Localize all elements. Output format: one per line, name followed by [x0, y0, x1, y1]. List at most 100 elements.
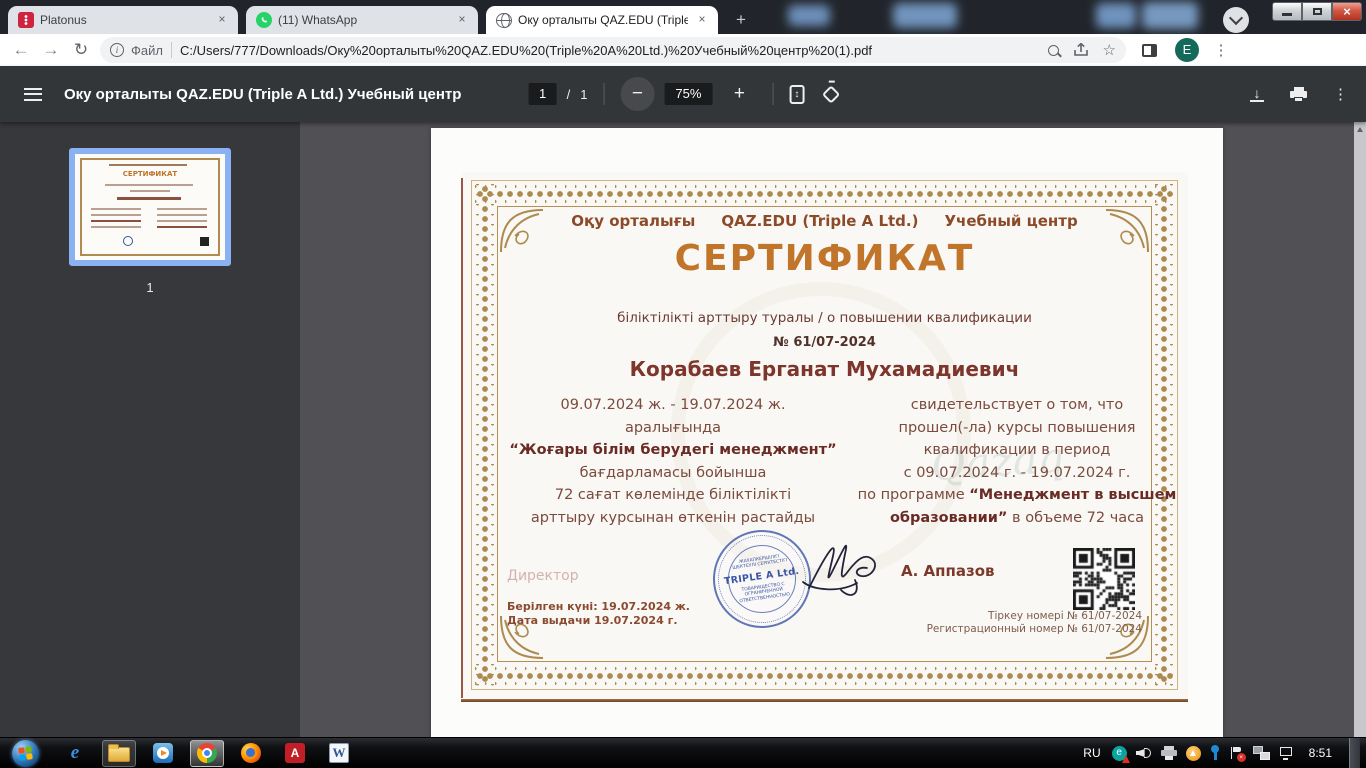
page-total: 1	[580, 87, 587, 102]
taskbar-icon-ie[interactable]: e	[58, 740, 92, 767]
thumbnail-stamp-icon	[123, 236, 133, 246]
key-tray-icon[interactable]	[1210, 745, 1220, 761]
volume-tray-icon[interactable]	[1136, 746, 1152, 760]
certificate-title: СЕРТИФИКАТ	[461, 238, 1188, 279]
thumbnail-qr-icon	[200, 237, 209, 246]
page-info-icon[interactable]: i	[110, 43, 124, 57]
zoom-out-button[interactable]: −	[620, 77, 654, 111]
background-window-artifact	[1142, 2, 1198, 29]
bookmark-star-icon[interactable]: ☆	[1103, 41, 1116, 59]
back-button[interactable]: ←	[6, 40, 36, 60]
taskbar-icon-word[interactable]: W	[322, 740, 356, 767]
tab-platonus[interactable]: Platonus ×	[8, 6, 238, 34]
tab-title: (11) WhatsApp	[278, 13, 448, 27]
whatsapp-favicon-icon	[256, 12, 272, 28]
qr-code	[1073, 548, 1135, 610]
platonus-favicon-icon	[18, 12, 34, 28]
certificate-left-column: 09.07.2024 ж. - 19.07.2024 ж. аралығында…	[495, 394, 851, 529]
antivirus-tray-icon[interactable]: e	[1112, 746, 1127, 761]
left-program-name: “Жоғары білім берудегі менеджмент”	[495, 439, 851, 462]
taskbar-icon-explorer[interactable]	[102, 740, 136, 767]
zoom-in-button[interactable]: +	[722, 77, 756, 111]
chrome-icon	[197, 743, 217, 763]
action-center-flag-icon[interactable]: ×	[1229, 746, 1244, 761]
close-icon: ×	[1343, 4, 1351, 19]
left-line: арттыру курсынан өткенін растайды	[495, 507, 851, 530]
taskbar-icon-chrome[interactable]	[190, 740, 224, 767]
start-button[interactable]	[12, 740, 39, 767]
pdf-page: Qazaq Оқу орталығы QAZ.EDU (Triple A Ltd…	[431, 128, 1223, 737]
certificate-scan: Qazaq Оқу орталығы QAZ.EDU (Triple A Ltd…	[461, 172, 1188, 702]
toolbar-divider	[772, 83, 773, 105]
language-indicator[interactable]: RU	[1083, 746, 1100, 760]
page-separator: /	[567, 87, 571, 102]
globe-favicon-icon	[496, 13, 512, 28]
tab-whatsapp[interactable]: (11) WhatsApp ×	[246, 6, 478, 34]
download-icon[interactable]: ↓	[1250, 87, 1264, 102]
tab-close-icon[interactable]: ×	[214, 12, 230, 28]
scroll-up-icon[interactable]	[1357, 127, 1363, 132]
zoom-page-icon[interactable]	[1048, 45, 1059, 56]
reg-number-ru: Регистрационный номер № 61/07-2024	[927, 623, 1142, 636]
zoom-level-input[interactable]: 75%	[664, 83, 712, 105]
signer-name: А. Аппазов	[901, 562, 995, 580]
forward-button[interactable]: →	[36, 40, 66, 60]
profile-avatar[interactable]: E	[1175, 38, 1199, 62]
network-tray-icon[interactable]	[1279, 747, 1294, 760]
fit-to-page-icon[interactable]: ↕	[789, 85, 804, 104]
right-program-name: образовании”	[890, 510, 1007, 526]
minimize-icon	[1282, 13, 1292, 16]
vertical-scrollbar[interactable]	[1354, 122, 1366, 737]
side-panel-icon[interactable]	[1142, 44, 1157, 57]
background-window-artifact	[1096, 3, 1136, 28]
new-tab-button[interactable]: +	[728, 8, 754, 34]
right-line: прошел(-ла) курсы повышения	[857, 417, 1177, 440]
screen: Platonus × (11) WhatsApp × Оку орталыты …	[0, 0, 1366, 768]
stamp-company-name: TRIPLE A Ltd.	[723, 566, 800, 587]
issue-date-ru: Дата выдачи 19.07.2024 г.	[507, 614, 690, 628]
background-window-artifact	[893, 3, 957, 28]
remote-pc-tray-icon[interactable]	[1253, 746, 1270, 760]
reload-button[interactable]: ↻	[66, 40, 96, 60]
taskbar-clock[interactable]: 8:51	[1309, 746, 1332, 760]
printer-tray-icon[interactable]	[1161, 746, 1177, 760]
taskbar-icon-acrobat[interactable]: A	[278, 740, 312, 767]
director-label: Директор	[507, 568, 579, 584]
ie-icon: e	[71, 742, 79, 764]
rotate-icon[interactable]	[822, 85, 840, 103]
address-bar: ← → ↻ i Файл C:/Users/777/Downloads/Оку%…	[0, 34, 1366, 66]
pdf-content-area: СЕРТИФИКАТ 1	[0, 122, 1366, 737]
maximize-icon	[1313, 8, 1322, 15]
taskbar: e A W RU e × 8:51	[0, 737, 1366, 768]
page-thumbnail[interactable]: СЕРТИФИКАТ	[69, 148, 231, 266]
folder-icon	[108, 747, 130, 762]
url-text[interactable]: C:/Users/777/Downloads/Оку%20орталыты%20…	[180, 43, 1040, 58]
browser-menu-kebab-icon[interactable]: ⋮	[1211, 41, 1231, 59]
pdf-menu-icon[interactable]	[24, 88, 42, 101]
left-line: 72 сағат көлемінде біліктілікті	[495, 484, 851, 507]
taskbar-icon-media-player[interactable]	[146, 740, 180, 767]
tab-close-icon[interactable]: ×	[694, 12, 710, 28]
thumbnail-preview: СЕРТИФИКАТ	[75, 154, 225, 260]
left-line: 09.07.2024 ж. - 19.07.2024 ж.	[495, 394, 851, 417]
close-button[interactable]: ×	[1332, 2, 1362, 21]
print-icon[interactable]	[1290, 87, 1307, 102]
tab-search-button[interactable]	[1223, 7, 1249, 33]
tab-close-icon[interactable]: ×	[454, 12, 470, 28]
thumbnail-sidebar: СЕРТИФИКАТ 1	[0, 122, 300, 737]
share-icon[interactable]	[1073, 43, 1089, 57]
page-number-input[interactable]: 1	[529, 83, 557, 105]
certificate-right-column: свидетельствует о том, что прошел(-ла) к…	[857, 394, 1177, 529]
omnibox[interactable]: i Файл C:/Users/777/Downloads/Оку%20орта…	[100, 37, 1126, 63]
maximize-button[interactable]	[1302, 2, 1332, 21]
right-line: квалификации в период	[857, 439, 1177, 462]
right-program-name: “Менеджмент в высшем	[969, 487, 1176, 503]
show-desktop-button[interactable]	[1349, 738, 1360, 768]
taskbar-icon-firefox[interactable]	[234, 740, 268, 767]
update-tray-icon[interactable]	[1186, 746, 1201, 761]
minimize-button[interactable]	[1272, 2, 1302, 21]
tab-pdf-active[interactable]: Оку орталыты QAZ.EDU (Triple A ×	[486, 6, 718, 34]
pdf-more-kebab-icon[interactable]: ⋮	[1333, 85, 1348, 103]
tab-title: Platonus	[40, 13, 208, 27]
certificate-subtitle: біліктілікті арттыру туралы / о повышени…	[461, 310, 1188, 326]
